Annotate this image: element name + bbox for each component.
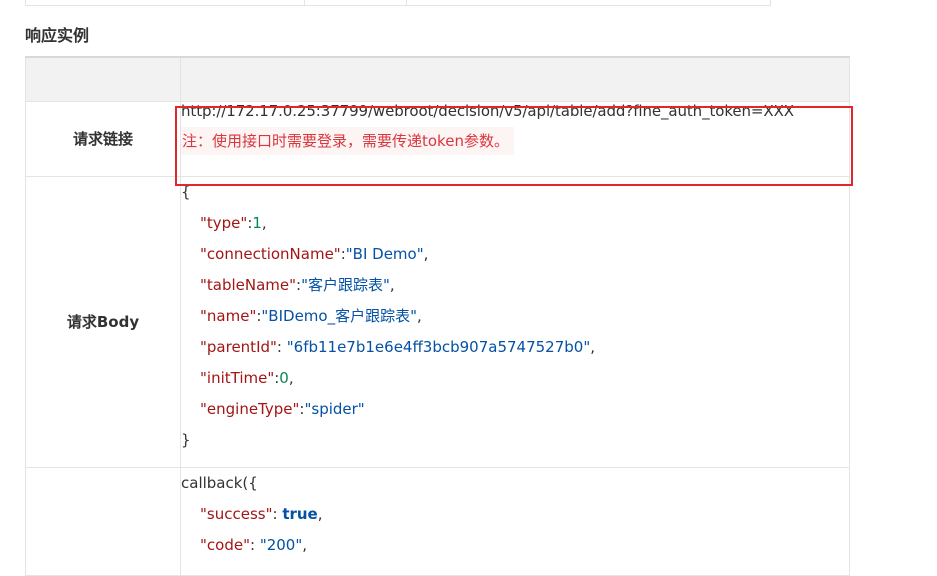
json-separator: , [389,275,395,294]
response-cell: callback({ "success": true, "code": "200"… [180,466,850,576]
section-title: 响应实例 [25,28,90,45]
previous-table-divider [406,0,407,5]
request-body-label: 请求Body [25,175,181,468]
response-example-table: 请求链接 http://172.17.0.25:37799/webroot/de… [25,56,850,576]
code-line: "success": true, [181,499,849,530]
code-line: "code": "200", [181,530,849,561]
code-line: "tableName":"客户跟踪表", [181,270,849,301]
login-note: 注：使用接口时需要登录，需要传递token参数。 [181,126,514,155]
header-cell [25,56,181,102]
request-body-cell: { "type":1, "connectionName":"BI Demo", "t… [180,175,850,468]
request-link-row: 请求链接 http://172.17.0.25:37799/webroot/de… [25,100,850,177]
code-line: callback({ [181,473,258,492]
code-line: "initTime":0, [181,363,849,394]
json-value: "客户跟踪表" [301,275,390,294]
code-line: } [181,430,191,449]
json-separator: : [249,535,260,554]
json-value: 0 [279,368,289,387]
json-separator: , [590,337,596,356]
request-body-fields: "type":1, "connectionName":"BI Demo", "tab… [181,208,849,425]
json-value: true [282,504,318,523]
table-header-row [25,56,850,102]
json-separator: , [423,244,429,263]
request-url: http://172.17.0.25:37799/webroot/decisio… [181,101,794,120]
json-separator: , [417,306,422,325]
previous-table-bottom [25,0,771,6]
code-line: { [181,182,191,201]
json-value: "200" [259,535,303,554]
header-cell [180,56,850,102]
code-line: "type":1, [181,208,849,239]
json-separator: : [276,337,287,356]
request-link-cell: http://172.17.0.25:37799/webroot/decisio… [180,100,850,177]
response-label [25,466,181,576]
json-key: "type" [200,213,248,232]
json-separator: , [302,535,308,554]
code-line: "connectionName":"BI Demo", [181,239,849,270]
code-line: "engineType":"spider" [181,394,849,425]
json-value: "spider" [304,399,365,418]
json-value: "BI Demo" [345,244,424,263]
json-key: "name" [200,306,257,325]
json-separator: : [272,504,283,523]
json-key: "tableName" [200,275,297,294]
json-separator: , [317,504,323,523]
previous-table-divider [304,0,305,5]
request-body-row: 请求Body { "type":1, "connectionName":"BI D… [25,175,850,468]
response-row: callback({ "success": true, "code": "200"… [25,466,850,576]
json-value: 1 [252,213,262,232]
json-key: "parentId" [200,337,277,356]
json-separator: , [288,368,294,387]
code-line: "parentId": "6fb11e7b1e6e4ff3bcb907a5747… [181,332,849,363]
json-key: "connectionName" [200,244,341,263]
json-separator: , [261,213,267,232]
json-value: "6fb11e7b1e6e4ff3bcb907a5747527b0" [286,337,591,356]
code-line: "name":"BIDemo_客户跟踪表", [181,301,849,332]
json-key: "engineType" [200,399,300,418]
request-link-label: 请求链接 [25,100,181,177]
response-fields: "success": true, "code": "200", [181,499,849,561]
json-value: "BIDemo_客户跟踪表" [261,306,417,325]
json-key: "success" [200,504,273,523]
json-key: "code" [200,535,250,554]
json-key: "initTime" [200,368,275,387]
